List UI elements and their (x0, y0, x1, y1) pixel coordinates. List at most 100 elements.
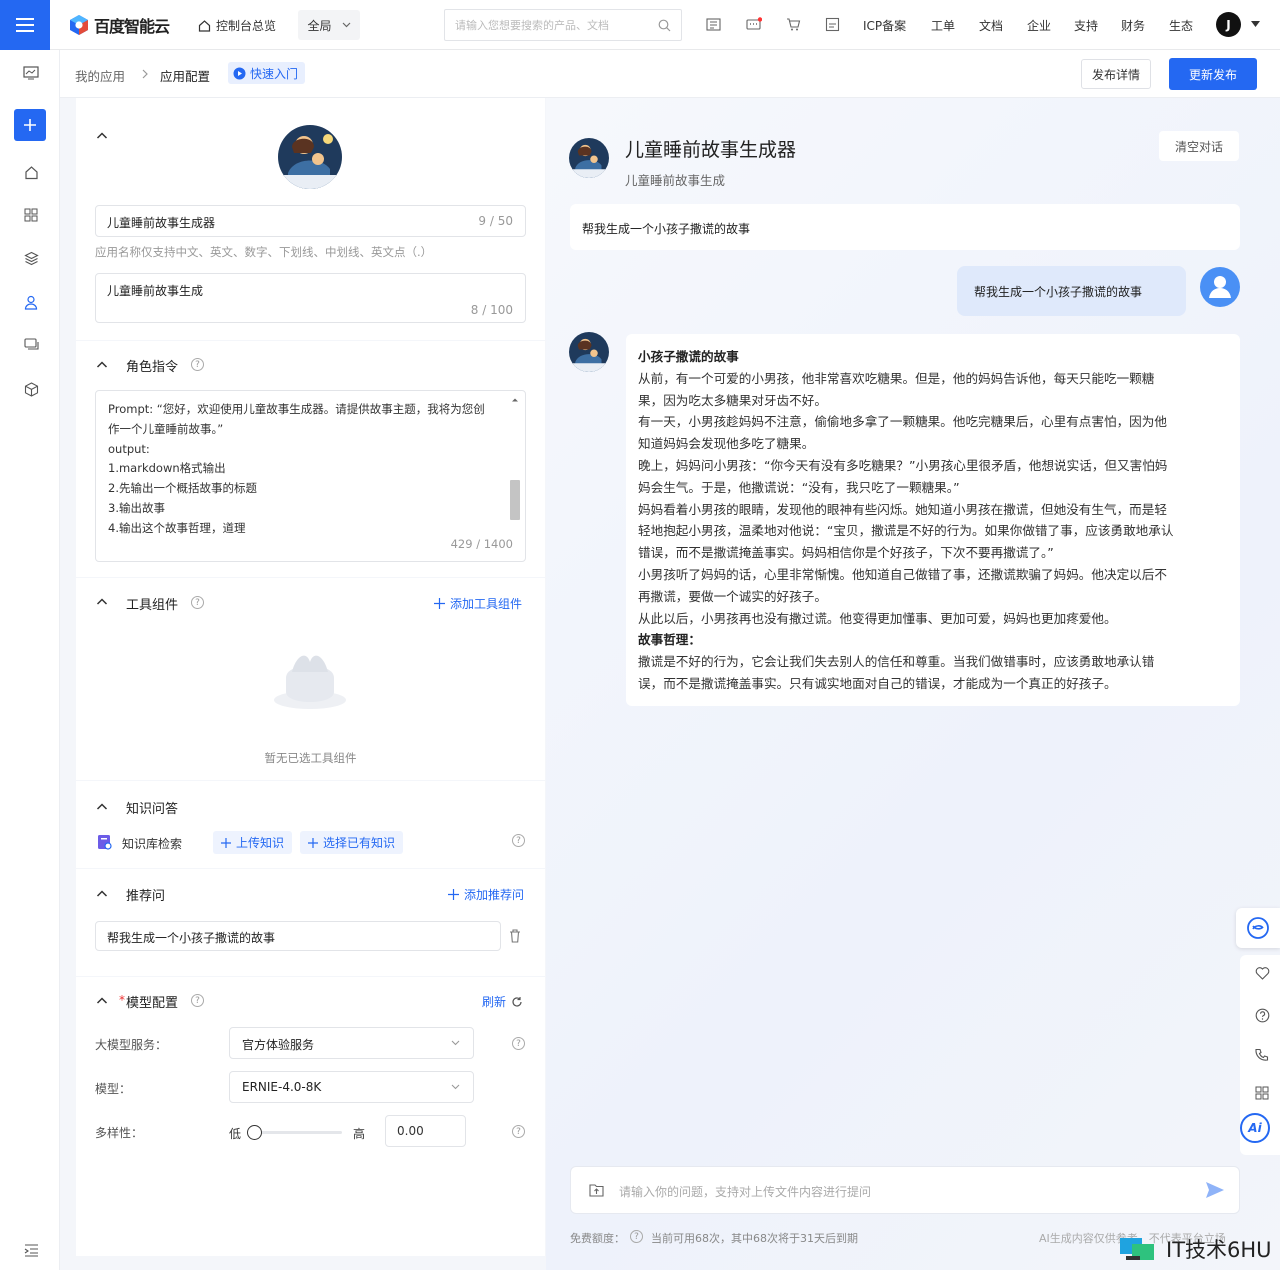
home-icon[interactable] (20, 161, 42, 183)
recommend-question-value: 帮我生成一个小孩子撒谎的故事 (107, 931, 276, 945)
help-icon[interactable]: ? (191, 596, 204, 609)
upload-knowledge-button[interactable]: 上传知识 (213, 831, 293, 854)
add-recommend-button[interactable]: 添加推荐问 (448, 886, 524, 903)
console-link[interactable]: 控制台总览 (198, 0, 276, 50)
refresh-icon (512, 996, 522, 1007)
suggested-question[interactable]: 帮我生成一个小孩子撒谎的故事 (570, 204, 1240, 250)
chat-input-placeholder: 请输入你的问题，支持对上传文件内容进行提问 (619, 1185, 872, 1199)
search-input[interactable]: 请输入您想要搜索的产品、文档 (444, 9, 682, 41)
phone-icon[interactable] (1244, 1037, 1280, 1073)
scrollbar[interactable] (510, 395, 520, 543)
caret-down-icon[interactable] (1251, 21, 1260, 27)
nav-ecosystem[interactable]: 生态 (1169, 0, 1193, 50)
ai-assistant-icon[interactable]: Ai (1240, 1113, 1270, 1143)
role-instruction-textarea[interactable]: Prompt: “您好，欢迎使用儿童故事生成器。请提供故事主题，我将为您创 作一… (95, 390, 526, 562)
slider-handle[interactable] (247, 1125, 262, 1140)
cube-icon[interactable] (20, 378, 42, 400)
layers-icon[interactable] (20, 247, 42, 269)
user-icon[interactable] (20, 291, 42, 313)
app-desc-field[interactable]: 儿童睡前故事生成 8 / 100 (95, 273, 526, 323)
moral-title: 故事哲理： (638, 632, 701, 648)
favorite-icon[interactable] (1244, 955, 1280, 991)
news-icon[interactable] (706, 17, 721, 32)
breadcrumb-my-apps[interactable]: 我的应用 (75, 66, 125, 85)
chevron-up-icon[interactable] (96, 130, 108, 142)
billing-icon[interactable] (825, 17, 840, 32)
moral-line: 撒谎是不好的行为，它会让我们失去别人的信任和尊重。当我们做错事时，应该勇敢地承认… (638, 654, 1155, 670)
user-message-text: 帮我生成一个小孩子撒谎的故事 (974, 285, 1143, 299)
nav-docs[interactable]: 文档 (979, 0, 1003, 50)
upload-file-icon[interactable] (589, 1183, 604, 1197)
select-knowledge-button[interactable]: 选择已有知识 (300, 831, 404, 854)
reply-line: 轻地抱起小男孩，温柔地对他说：“宝贝，撒谎是不好的行为。如果你做错了事，应该勇敢… (638, 523, 1174, 539)
help-icon[interactable]: ? (630, 1230, 643, 1243)
nav-support[interactable]: 支持 (1074, 0, 1098, 50)
assistant-float-button[interactable] (1236, 908, 1280, 948)
nav-icp[interactable]: ICP备案 (863, 0, 906, 50)
apps-grid-icon[interactable] (1244, 1075, 1280, 1111)
knowledge-card: 知识问答 知识库检索 上传知识 选择已有知识 ? (76, 781, 545, 868)
scrollbar-thumb[interactable] (510, 480, 520, 520)
menu-icon[interactable] (0, 0, 50, 50)
help-icon[interactable]: ? (191, 994, 204, 1007)
quick-start-link[interactable]: 快速入门 (228, 62, 306, 84)
clear-chat-button[interactable]: 清空对话 (1159, 131, 1239, 161)
help-icon[interactable]: ? (512, 834, 525, 847)
chat-icon[interactable] (20, 334, 42, 356)
logo[interactable]: 百度智能云 (68, 13, 170, 37)
chat-title: 儿童睡前故事生成器 (625, 139, 797, 161)
chevron-up-icon[interactable] (96, 888, 108, 900)
app-avatar[interactable] (278, 125, 342, 189)
high-label: 高 (353, 1127, 366, 1141)
chevron-up-icon[interactable] (96, 995, 108, 1007)
model-select[interactable]: ERNIE-4.0-8K (229, 1071, 474, 1103)
chevron-up-icon[interactable] (96, 359, 108, 371)
help-icon[interactable]: ? (191, 358, 204, 371)
chevron-up-icon[interactable] (96, 801, 108, 813)
service-select[interactable]: 官方体验服务 (229, 1027, 474, 1059)
app-name-count: 9 / 50 (478, 214, 513, 228)
model-section-title: 模型配置 (126, 996, 179, 1011)
message-icon[interactable] (746, 17, 762, 32)
user-avatar[interactable]: J (1216, 12, 1241, 37)
apps-grid-icon[interactable] (20, 204, 42, 226)
chat-input[interactable]: 请输入你的问题，支持对上传文件内容进行提问 (570, 1166, 1240, 1214)
role-count: 429 / 1400 (450, 537, 513, 551)
send-icon[interactable] (1205, 1181, 1225, 1199)
chevron-down-icon (451, 1040, 460, 1046)
help-icon[interactable]: ? (512, 1125, 525, 1138)
plus-icon (434, 598, 445, 609)
scroll-up-icon[interactable] (510, 395, 520, 405)
diversity-slider[interactable] (247, 1125, 342, 1140)
search-icon[interactable] (658, 19, 671, 32)
low-label: 低 (229, 1127, 242, 1141)
quota-label: 免费额度： (570, 1232, 625, 1245)
reply-line: 妈妈看着小男孩的眼睛，发现他的眼神有些闪烁。她知道小男孩在撒谎，但她没有生气，而… (638, 501, 1167, 517)
app-name-field[interactable]: 儿童睡前故事生成器 9 / 50 (95, 205, 526, 237)
quota-text: 当前可用68次，其中68次将于31天后到期 (651, 1232, 858, 1245)
nav-ticket[interactable]: 工单 (931, 0, 955, 50)
collapse-icon[interactable] (20, 1239, 42, 1261)
nav-finance[interactable]: 财务 (1121, 0, 1145, 50)
add-tool-button[interactable]: 添加工具组件 (434, 595, 522, 612)
plus-icon (308, 837, 318, 848)
nav-enterprise[interactable]: 企业 (1027, 0, 1051, 50)
reply-line: 有一天，小男孩趁妈妈不注意，偷偷地多拿了一颗糖果。他吃完糖果后，心里有点害怕，因… (638, 414, 1167, 430)
chevron-up-icon[interactable] (96, 596, 108, 608)
question-icon[interactable] (1244, 997, 1280, 1033)
update-publish-button[interactable]: 更新发布 (1169, 58, 1257, 90)
region-select[interactable]: 全局 (298, 10, 360, 40)
help-icon[interactable]: ? (512, 1037, 525, 1050)
publish-detail-button[interactable]: 发布详情 (1081, 59, 1151, 89)
watermark: IT技术6HU (1118, 1234, 1272, 1264)
create-app-button[interactable] (14, 109, 46, 141)
chat-subtitle: 儿童睡前故事生成 (625, 173, 726, 188)
recommend-question-field[interactable]: 帮我生成一个小孩子撒谎的故事 (95, 921, 501, 951)
dashboard-icon[interactable] (20, 62, 42, 84)
trash-icon[interactable] (509, 929, 521, 943)
cart-icon[interactable] (786, 17, 801, 32)
refresh-button[interactable]: 刷新 (482, 993, 523, 1010)
tools-card: 工具组件 ? 添加工具组件 暂无已选工具组件 (76, 578, 545, 780)
diversity-value: 0.00 (397, 1124, 424, 1138)
diversity-input[interactable]: 0.00 (385, 1115, 466, 1147)
